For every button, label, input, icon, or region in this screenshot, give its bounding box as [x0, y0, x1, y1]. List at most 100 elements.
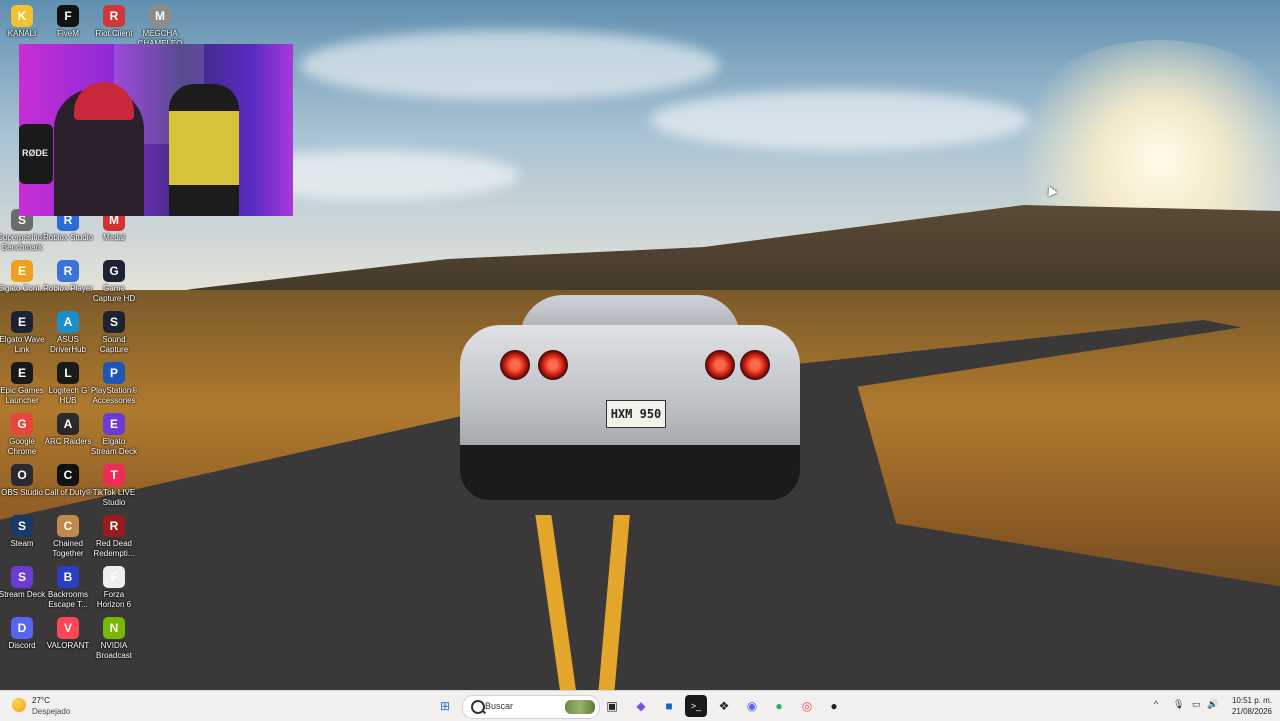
- desktop-icon-label: VALORANT: [46, 641, 90, 650]
- app-icon: M: [149, 5, 171, 27]
- desktop-icon-label: OBS Studio: [1, 488, 43, 497]
- desktop-icon-label: ASUS DriverHub: [49, 335, 86, 354]
- desktop-icon-chained[interactable]: C Chained Together: [43, 512, 93, 559]
- microphone-icon[interactable]: 🎙: [1173, 699, 1184, 710]
- desktop-icon-playstation[interactable]: P PlayStation® Accessories: [89, 359, 139, 406]
- desktop-icon-label: Sound Capture: [99, 335, 129, 354]
- stream-deck-icon: E: [103, 413, 125, 435]
- desktop-icon-game-capture[interactable]: G Game Capture HD: [89, 257, 139, 304]
- desktop-icon-obs[interactable]: O OBS Studio: [0, 461, 47, 498]
- tail-light: [705, 350, 735, 380]
- tail-light: [500, 350, 530, 380]
- desktop-icon-label: NVIDIA Broadcast: [95, 641, 133, 660]
- desktop-icon-label: Game Capture HD: [92, 284, 136, 303]
- obs-button[interactable]: ●: [823, 695, 845, 717]
- desktop-icon-label: FiveM: [57, 29, 79, 38]
- weather-widget[interactable]: 27°C Despejado: [8, 694, 98, 718]
- obs-icon: ●: [830, 699, 838, 713]
- start-button[interactable]: ⊞: [434, 695, 456, 717]
- desktop-icon-fivem[interactable]: F FiveM: [43, 2, 93, 39]
- desktop-icon-discord[interactable]: D Discord: [0, 614, 47, 651]
- desktop-icon-backrooms[interactable]: B Backrooms Escape T...: [43, 563, 93, 610]
- nvidia-icon: N: [103, 617, 125, 639]
- app-icon: ❖: [718, 699, 730, 713]
- desktop-icon-label: Logitech G HUB: [48, 386, 88, 405]
- desktop-icon-label: Call of Duty®: [44, 488, 92, 497]
- copilot-icon: ◆: [636, 699, 646, 713]
- arc-raiders-icon: A: [57, 413, 79, 435]
- rdr-icon: R: [103, 515, 125, 537]
- asus-icon: A: [57, 311, 79, 333]
- desktop-icon-label: TikTok LIVE Studio: [92, 488, 136, 507]
- search-placeholder: Buscar: [485, 701, 514, 711]
- desktop-icon-arc-raiders[interactable]: A ARC Raiders: [43, 410, 93, 447]
- chevron-up-icon[interactable]: ^: [1154, 699, 1158, 709]
- desktop-icon-logitech[interactable]: L Logitech G HUB: [43, 359, 93, 406]
- desktop-icon-stream-deck[interactable]: S Stream Deck: [0, 563, 47, 600]
- task-view-button[interactable]: ▣: [601, 695, 623, 717]
- spotify-button[interactable]: ●: [768, 695, 790, 717]
- car: HXM 950: [460, 295, 800, 500]
- desktop-icon-epic[interactable]: E Epic Games Launcher: [0, 359, 47, 406]
- desktop-icon-label: Riot Client: [95, 29, 133, 38]
- terminal-button[interactable]: >_: [685, 695, 707, 717]
- display-icon[interactable]: ▭: [1192, 699, 1201, 710]
- desktop-icon-stream-deck[interactable]: E Elgato Stream Deck: [89, 410, 139, 457]
- discord-icon: D: [11, 617, 33, 639]
- obs-icon: O: [11, 464, 33, 486]
- desktop-icon-label: Elgato Stream Deck: [90, 437, 138, 456]
- discord-button[interactable]: ◉: [741, 695, 763, 717]
- fivem-icon: F: [57, 5, 79, 27]
- desktop-icon-label: Elgato Wave Link: [0, 335, 45, 354]
- windows-icon: ⊞: [439, 699, 451, 713]
- gaming-chair: [169, 84, 239, 216]
- wave-link-icon: E: [11, 311, 33, 333]
- system-clock[interactable]: 10:51 p. m. 21/08/2026: [1218, 695, 1272, 717]
- store-button[interactable]: ■: [658, 695, 680, 717]
- cloud: [650, 90, 1030, 150]
- clock-time: 10:51 p. m.: [1231, 696, 1272, 705]
- copilot-button[interactable]: ◆: [630, 695, 652, 717]
- mic-brand-label: RØDE: [22, 148, 49, 158]
- desktop-icon-valorant[interactable]: V VALORANT: [43, 614, 93, 651]
- desktop-icon-label: Stream Deck: [0, 590, 46, 599]
- desktop-icon-cod[interactable]: C Call of Duty®: [43, 461, 93, 498]
- desktop-icon-chrome[interactable]: G Google Chrome: [0, 410, 47, 457]
- elgato-control-icon: E: [11, 260, 33, 282]
- desktop-icon-riot[interactable]: R Riot Client: [89, 2, 139, 39]
- desktop-icon-folder[interactable]: K KANALI: [0, 2, 47, 39]
- spotify-icon: ●: [775, 699, 783, 713]
- desktop-icon-steam[interactable]: S Steam: [0, 512, 47, 549]
- desktop-icon-label: KANALI: [7, 29, 37, 38]
- desktop-icon-elgato-control[interactable]: E Elgato Cont...: [0, 257, 47, 294]
- volume-icon[interactable]: 🔊: [1207, 699, 1218, 710]
- desktop-icon-roblox[interactable]: R Roblox Player: [43, 257, 93, 294]
- desktop-icon-asus[interactable]: A ASUS DriverHub: [43, 308, 93, 355]
- discord-icon: ◉: [746, 699, 758, 713]
- app-button[interactable]: ❖: [713, 695, 735, 717]
- taskbar: 27°C Despejado ⊞ Buscar ▣ ◆ ■ >_ ❖ ◉ ● ◎…: [0, 690, 1280, 721]
- desktop-icon-label: Superposition Benchmark: [0, 233, 47, 252]
- desktop-icon-label: Roblox Player: [43, 284, 93, 293]
- desktop-icon-rdr[interactable]: R Red Dead Redempti...: [89, 512, 139, 559]
- search-highlight-image: [565, 700, 595, 714]
- desktop-icon-label: Forza Horizon 6: [96, 590, 132, 609]
- tail-light: [740, 350, 770, 380]
- desktop-icon-label: ARC Raiders: [44, 437, 92, 446]
- cloud: [300, 30, 720, 100]
- desktop-icon-nvidia[interactable]: N NVIDIA Broadcast: [89, 614, 139, 661]
- desktop-icon-label: Elgato Cont...: [0, 284, 47, 293]
- chrome-button[interactable]: ◎: [796, 695, 818, 717]
- search-box[interactable]: Buscar: [462, 695, 600, 719]
- desktop-icon-label: Red Dead Redempti...: [93, 539, 135, 558]
- desktop-icon-tiktok[interactable]: T TikTok LIVE Studio: [89, 461, 139, 508]
- desktop-icon-label: Chained Together: [52, 539, 84, 558]
- playstation-icon: P: [103, 362, 125, 384]
- desktop-icon-label: Discord: [8, 641, 36, 650]
- desktop-icon-wave-link[interactable]: E Elgato Wave Link: [0, 308, 47, 355]
- desktop-icon-label: Backrooms Escape T...: [47, 590, 88, 609]
- desktop-icon-sound-capture[interactable]: S Sound Capture: [89, 308, 139, 355]
- webcam-overlay: RØDE: [19, 44, 293, 216]
- desktop-icon-label: Epic Games Launcher: [0, 386, 44, 405]
- desktop-icon-forza[interactable]: F Forza Horizon 6: [89, 563, 139, 610]
